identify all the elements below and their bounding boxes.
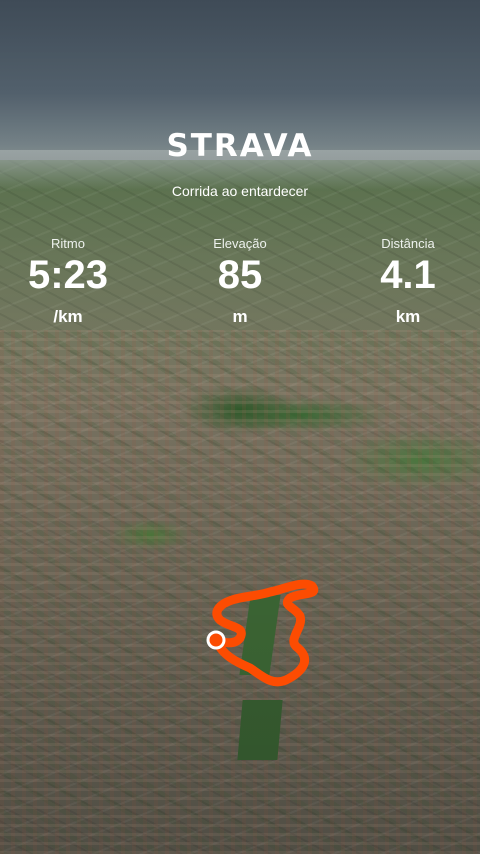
stat-distance: Distância 4.1 km — [328, 236, 480, 327]
start-marker — [206, 630, 226, 650]
activity-title: Corrida ao entardecer — [171, 183, 309, 199]
stat-unit: km — [395, 307, 421, 326]
stat-unit: m — [232, 307, 248, 326]
stat-unit: /km — [53, 307, 83, 326]
stat-value: 4.1 — [380, 253, 436, 297]
stat-label: Distância — [381, 236, 435, 251]
stat-pace: Ritmo 5:23 /km — [0, 236, 148, 327]
stat-label: Ritmo — [51, 236, 85, 251]
stat-label: Elevação — [213, 236, 267, 251]
route-line — [211, 579, 319, 687]
stat-value: 85 — [217, 253, 263, 297]
stat-elevation: Elevação 85 m — [160, 236, 320, 327]
stat-value: 5:23 — [27, 253, 109, 297]
strava-logo: STRAVA — [166, 128, 314, 164]
